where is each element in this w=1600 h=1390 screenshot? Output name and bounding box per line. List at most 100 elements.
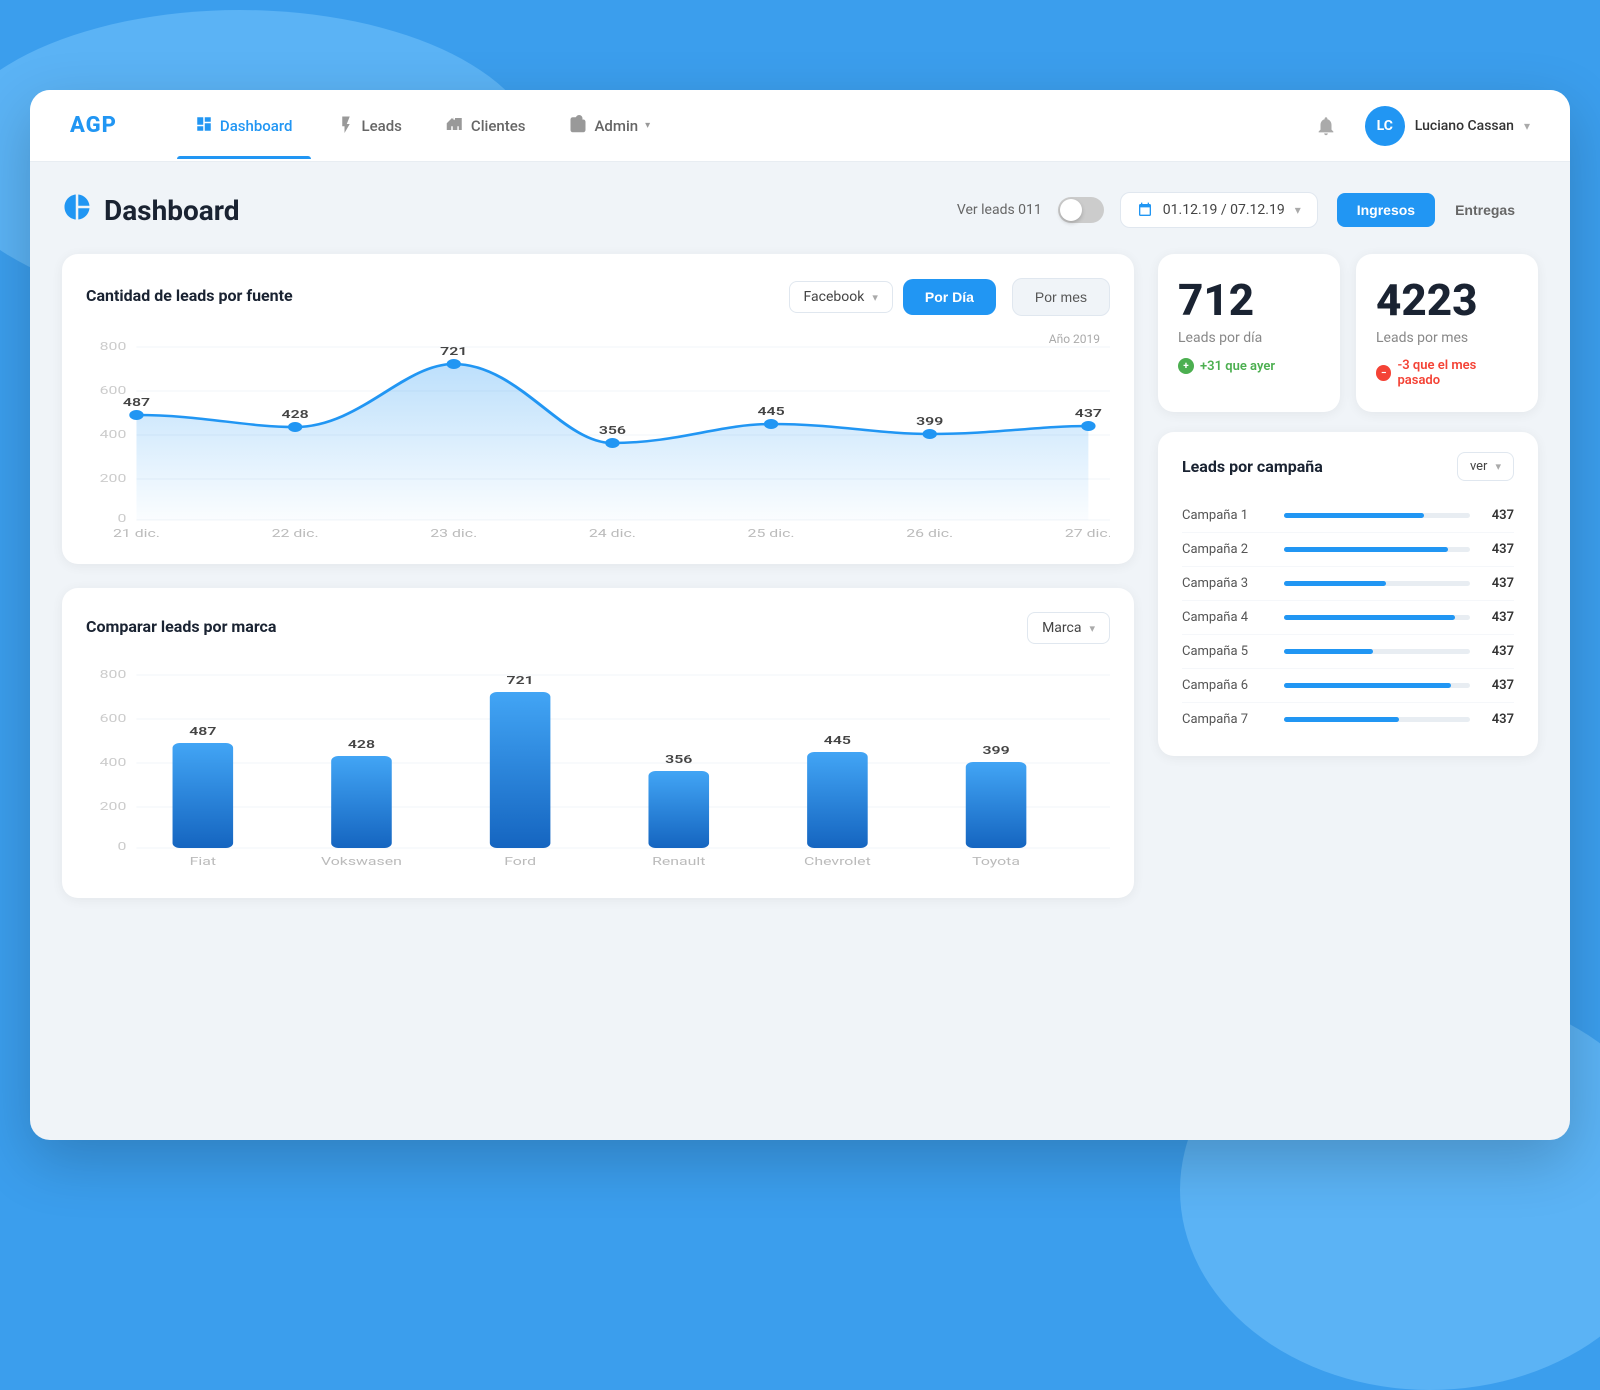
tab-ingresos[interactable]: Ingresos — [1337, 193, 1435, 227]
nav-admin-label: Admin — [594, 117, 638, 135]
campaign-header: Leads por campaña ver ▾ — [1182, 452, 1514, 481]
dashboard-controls: Ver leads 011 01.12.19 / 07.12.19 ▾ Ingr… — [957, 190, 1538, 230]
svg-text:437: 437 — [1075, 407, 1102, 420]
campaign-value-2: 437 — [1482, 576, 1514, 591]
campaign-progress-bg-2 — [1284, 581, 1470, 586]
campaign-progress-fill-1 — [1284, 547, 1448, 552]
dashboard-title: Dashboard — [62, 192, 240, 229]
bar-chart-card: Comparar leads por marca Marca ▾ 800 600… — [62, 588, 1134, 898]
campaign-title: Leads por campaña — [1182, 457, 1323, 476]
campaign-progress-fill-3 — [1284, 615, 1455, 620]
svg-text:26 dic.: 26 dic. — [906, 527, 953, 540]
nav-right: LC Luciano Cassan ▾ — [1307, 106, 1530, 146]
nav-clientes[interactable]: Clientes — [428, 93, 544, 159]
notification-bell[interactable] — [1307, 107, 1345, 145]
clientes-icon — [446, 115, 464, 137]
dashboard-header: Dashboard Ver leads 011 01.12.19 / 07.12… — [62, 190, 1538, 230]
marca-dropdown[interactable]: Marca ▾ — [1027, 612, 1110, 644]
svg-text:399: 399 — [916, 415, 943, 428]
campaign-row: Campaña 1 437 — [1182, 499, 1514, 533]
campaign-name-1: Campaña 2 — [1182, 542, 1272, 557]
svg-text:800: 800 — [100, 668, 127, 681]
date-range-picker[interactable]: 01.12.19 / 07.12.19 ▾ — [1120, 192, 1318, 228]
campaign-name-3: Campaña 4 — [1182, 610, 1272, 625]
campaign-progress-fill-5 — [1284, 683, 1451, 688]
stat-dia-number: 712 — [1178, 278, 1320, 322]
svg-text:445: 445 — [757, 405, 784, 418]
dashboard-icon — [195, 115, 213, 137]
bar-chart-svg: 800 600 400 200 0 — [86, 660, 1110, 870]
campaign-value-6: 437 — [1482, 712, 1514, 727]
nav-admin[interactable]: Admin ▾ — [551, 93, 668, 159]
svg-text:399: 399 — [982, 744, 1009, 757]
svg-text:Toyota: Toyota — [972, 855, 1020, 868]
nav-dashboard[interactable]: Dashboard — [177, 93, 311, 159]
user-info[interactable]: LC Luciano Cassan ▾ — [1365, 106, 1530, 146]
svg-text:21 dic.: 21 dic. — [113, 527, 160, 540]
campaign-value-3: 437 — [1482, 610, 1514, 625]
svg-text:25 dic.: 25 dic. — [748, 527, 795, 540]
campaign-dropdown[interactable]: ver ▾ — [1457, 452, 1514, 481]
campaign-row: Campaña 5 437 — [1182, 635, 1514, 669]
date-chevron-icon: ▾ — [1295, 203, 1301, 217]
source-dropdown[interactable]: Facebook ▾ — [789, 281, 893, 313]
change-dot-positive: + — [1178, 358, 1194, 374]
campaign-name-5: Campaña 6 — [1182, 678, 1272, 693]
svg-text:Renault: Renault — [652, 855, 705, 868]
campaign-progress-bg-0 — [1284, 513, 1470, 518]
stat-mes-number: 4223 — [1376, 278, 1518, 322]
right-panel: 712 Leads por día + +31 que ayer 4223 Le… — [1158, 254, 1538, 898]
svg-text:Ford: Ford — [504, 855, 536, 868]
navbar: AGP Dashboard Leads Clientes — [30, 90, 1570, 162]
campaign-chevron-icon: ▾ — [1495, 460, 1501, 473]
stats-row: 712 Leads por día + +31 que ayer 4223 Le… — [1158, 254, 1538, 412]
campaign-name-6: Campaña 7 — [1182, 712, 1272, 727]
main-content: Dashboard Ver leads 011 01.12.19 / 07.12… — [30, 162, 1570, 926]
svg-text:Chevrolet: Chevrolet — [804, 855, 871, 868]
por-dia-btn[interactable]: Por Día — [903, 279, 996, 315]
leads-icon — [337, 115, 355, 137]
campaign-progress-bg-6 — [1284, 717, 1470, 722]
svg-text:24 dic.: 24 dic. — [589, 527, 636, 540]
chevron-down-icon: ▾ — [645, 120, 650, 131]
tab-entregas[interactable]: Entregas — [1435, 193, 1535, 227]
svg-text:600: 600 — [100, 384, 127, 397]
svg-text:0: 0 — [117, 512, 126, 525]
svg-text:Fiat: Fiat — [190, 855, 216, 868]
campaign-value-0: 437 — [1482, 508, 1514, 523]
brand-logo: AGP — [70, 113, 117, 138]
line-chart-area: Año 2019 800 600 400 200 0 — [86, 332, 1110, 532]
campaign-row: Campaña 3 437 — [1182, 567, 1514, 601]
campaign-progress-fill-6 — [1284, 717, 1399, 722]
campaign-progress-fill-0 — [1284, 513, 1424, 518]
stat-leads-dia: 712 Leads por día + +31 que ayer — [1158, 254, 1340, 412]
chart1-header: Cantidad de leads por fuente Facebook ▾ … — [86, 278, 1110, 316]
ver-leads-toggle[interactable] — [1058, 197, 1104, 223]
por-mes-btn[interactable]: Por mes — [1012, 278, 1110, 316]
svg-text:800: 800 — [100, 340, 127, 353]
campaign-progress-bg-1 — [1284, 547, 1470, 552]
campaign-row: Campaña 6 437 — [1182, 669, 1514, 703]
svg-text:23 dic.: 23 dic. — [430, 527, 477, 540]
user-name: Luciano Cassan — [1415, 118, 1514, 134]
campaign-name-2: Campaña 3 — [1182, 576, 1272, 591]
svg-text:22 dic.: 22 dic. — [272, 527, 319, 540]
svg-text:0: 0 — [117, 840, 126, 853]
svg-text:721: 721 — [440, 345, 467, 358]
svg-text:721: 721 — [507, 674, 534, 687]
ingresos-entregas-tabs: Ingresos Entregas — [1334, 190, 1538, 230]
campaign-row: Campaña 4 437 — [1182, 601, 1514, 635]
avatar: LC — [1365, 106, 1405, 146]
svg-text:400: 400 — [100, 756, 127, 769]
change-dot-negative: − — [1376, 365, 1391, 381]
ver-leads-label: Ver leads 011 — [957, 202, 1042, 218]
dashboard-title-icon — [62, 192, 92, 229]
nav-leads[interactable]: Leads — [319, 93, 420, 159]
campaign-name-4: Campaña 5 — [1182, 644, 1272, 659]
svg-text:356: 356 — [599, 424, 626, 437]
campaign-progress-bg-5 — [1284, 683, 1470, 688]
content-grid: Cantidad de leads por fuente Facebook ▾ … — [62, 254, 1538, 898]
chart2-title: Comparar leads por marca — [86, 617, 276, 636]
campaign-progress-bg-4 — [1284, 649, 1470, 654]
campaign-progress-bg-3 — [1284, 615, 1470, 620]
